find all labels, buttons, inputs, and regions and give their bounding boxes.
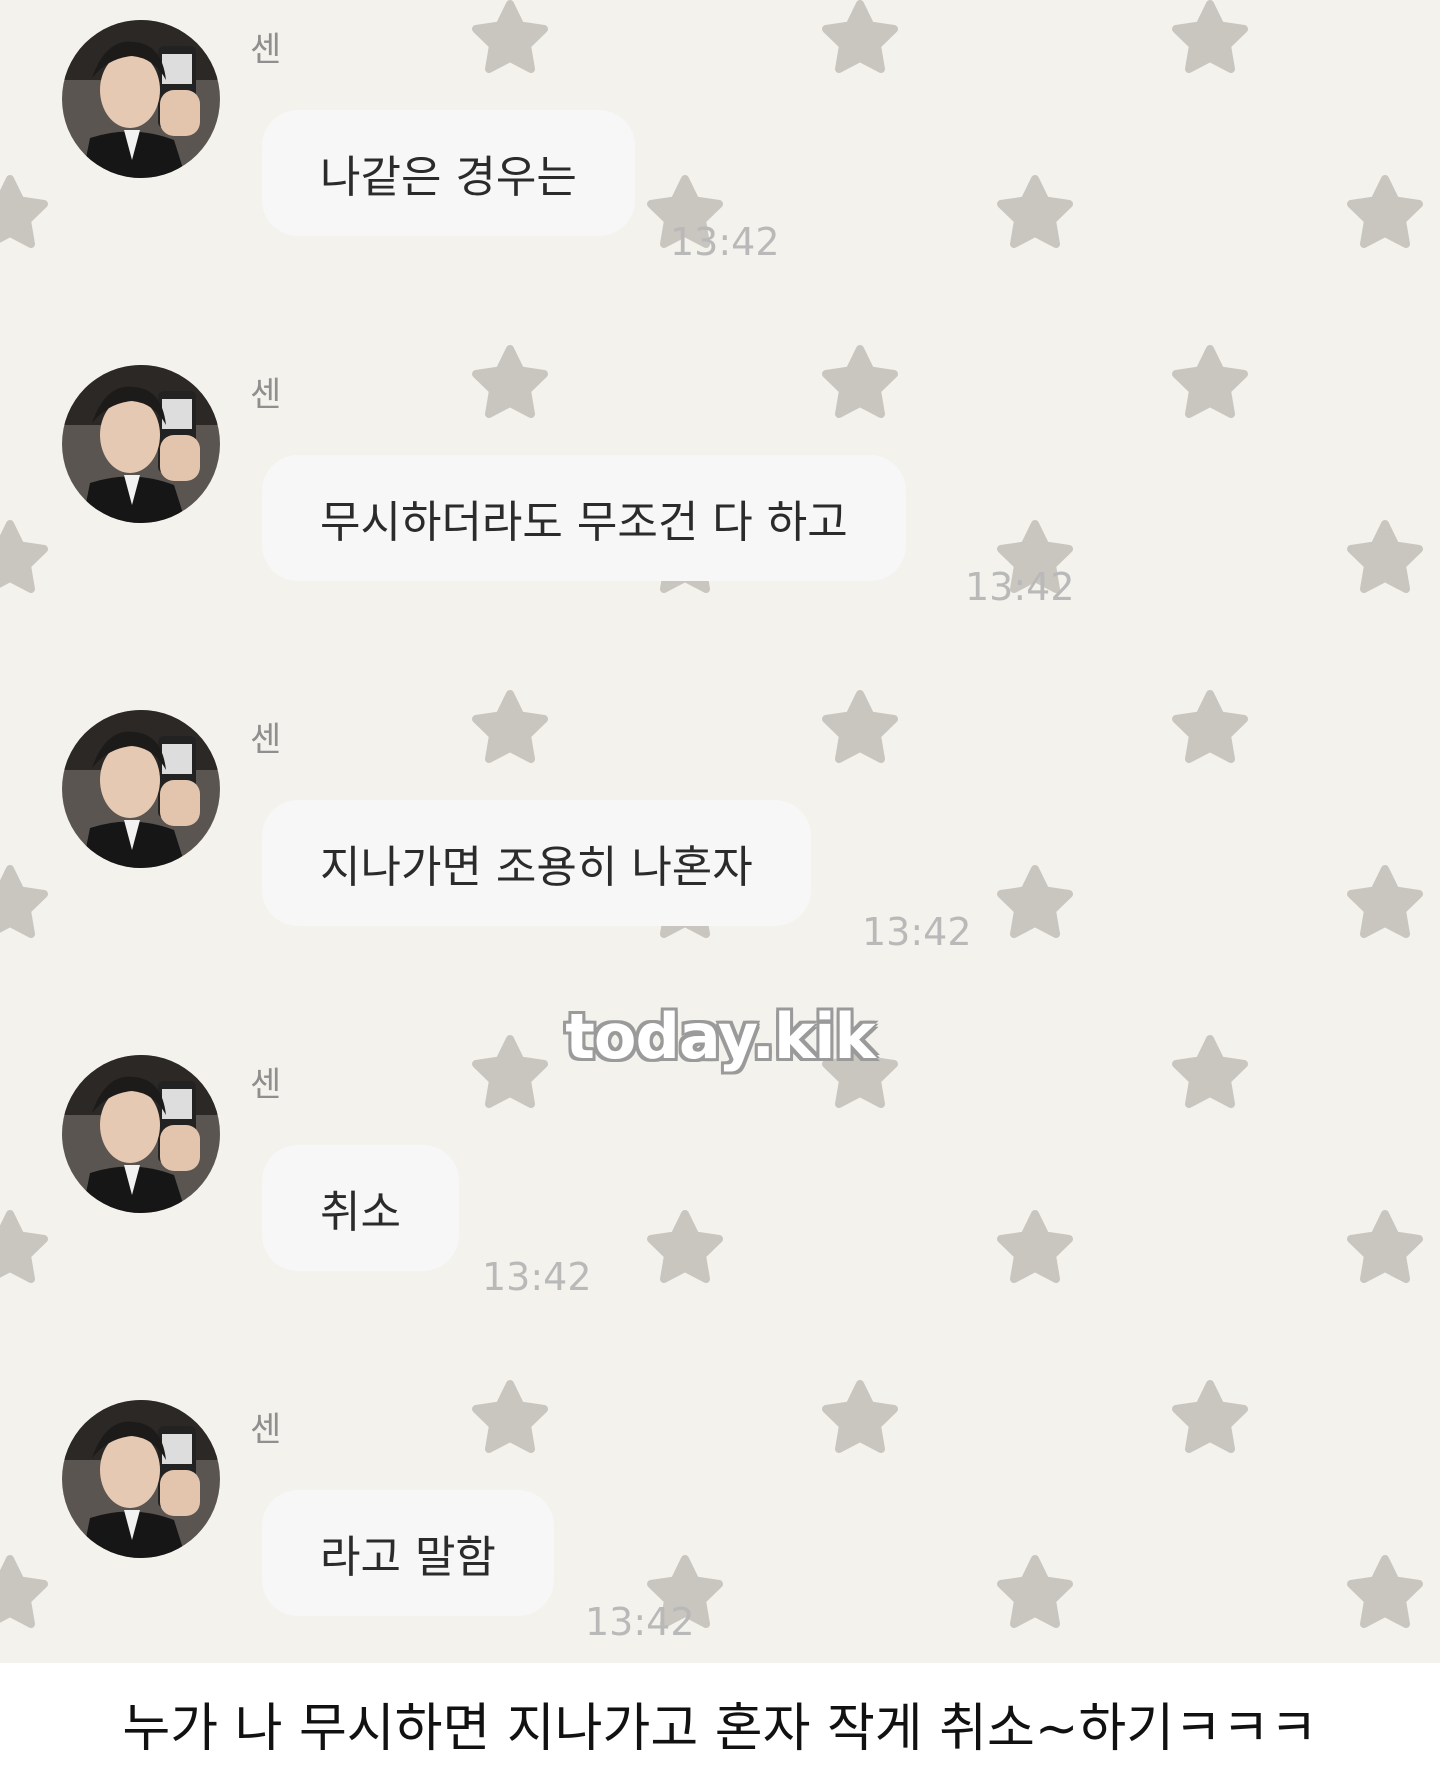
- sender-name: 센: [250, 375, 282, 415]
- message-text: 무시하더라도 무조건 다 하고: [320, 497, 848, 548]
- message-time: 13:42: [585, 1600, 695, 1644]
- message-text: 취소: [320, 1187, 401, 1238]
- watermark: today.kik: [565, 1000, 876, 1073]
- message-time: 13:42: [965, 565, 1075, 609]
- message-row: 센 지나가면 조용히 나혼자 13:42: [0, 690, 1440, 990]
- profile-photo-icon: [62, 365, 220, 523]
- message-row: 센 나같은 경우는 13:42: [0, 0, 1440, 300]
- message-time: 13:42: [862, 910, 972, 954]
- avatar[interactable]: [62, 1055, 220, 1213]
- message-text: 라고 말함: [320, 1532, 496, 1583]
- profile-photo-icon: [62, 1055, 220, 1213]
- avatar[interactable]: [62, 710, 220, 868]
- sender-name: 센: [250, 1410, 282, 1450]
- message-bubble[interactable]: 나같은 경우는: [262, 110, 635, 236]
- profile-photo-icon: [62, 710, 220, 868]
- avatar[interactable]: [62, 365, 220, 523]
- message-text: 지나가면 조용히 나혼자: [320, 842, 753, 893]
- sender-name: 센: [250, 720, 282, 760]
- message-bubble[interactable]: 라고 말함: [262, 1490, 554, 1616]
- caption: 누가 나 무시하면 지나가고 혼자 작게 취소~하기ㅋㅋㅋ: [0, 1663, 1440, 1783]
- message-row: 센 무시하더라도 무조건 다 하고 13:42: [0, 345, 1440, 645]
- message-text: 나같은 경우는: [320, 152, 577, 203]
- avatar[interactable]: [62, 1400, 220, 1558]
- message-time: 13:42: [670, 220, 780, 264]
- sender-name: 센: [250, 30, 282, 70]
- chat-area[interactable]: 센 나같은 경우는 13:42 센 무시하더라도 무조건 다 하고 13:42: [0, 0, 1440, 1663]
- message-time: 13:42: [482, 1255, 592, 1299]
- profile-photo-icon: [62, 20, 220, 178]
- avatar[interactable]: [62, 20, 220, 178]
- profile-photo-icon: [62, 1400, 220, 1558]
- message-bubble[interactable]: 지나가면 조용히 나혼자: [262, 800, 811, 926]
- message-row: 센 라고 말함 13:42: [0, 1380, 1440, 1663]
- message-row: 센 취소 13:42: [0, 1035, 1440, 1335]
- message-bubble[interactable]: 무시하더라도 무조건 다 하고: [262, 455, 906, 581]
- caption-text: 누가 나 무시하면 지나가고 혼자 작게 취소~하기ㅋㅋㅋ: [122, 1698, 1318, 1759]
- message-bubble[interactable]: 취소: [262, 1145, 459, 1271]
